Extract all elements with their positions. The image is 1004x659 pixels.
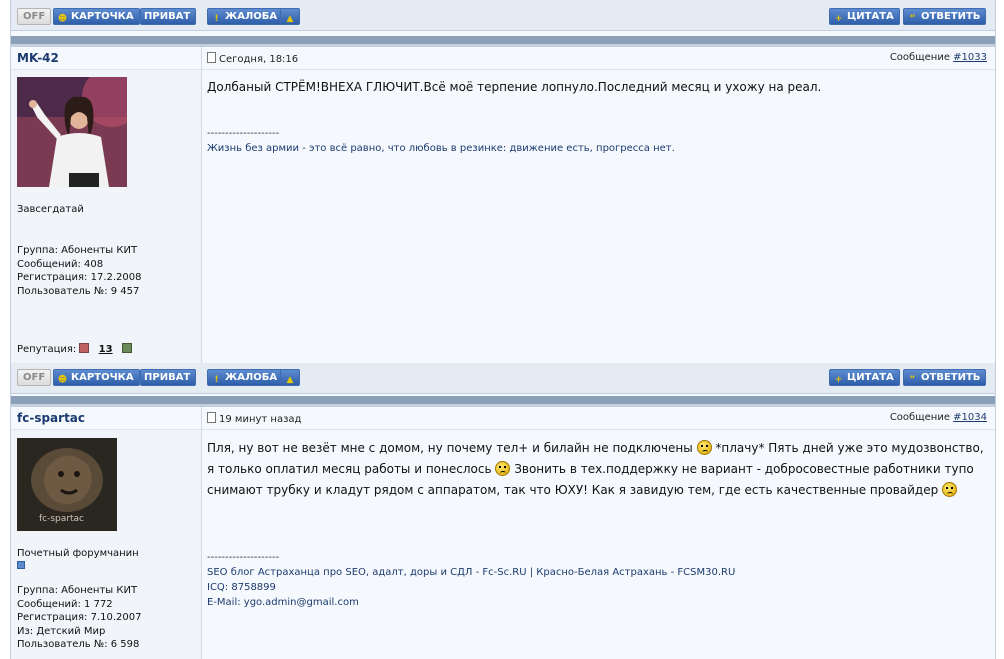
exclamation-icon: ! [214, 375, 219, 385]
post-date: Сегодня, 18:16 [207, 52, 298, 65]
quote-button[interactable]: + ЦИТАТА [829, 369, 900, 386]
signature-email[interactable]: E-Mail: ygo.admin@gmail.com [207, 595, 987, 610]
post-author[interactable]: fc-spartac [17, 411, 85, 425]
post-separator [11, 396, 995, 404]
forum-frame: OFF ☻ КАРТОЧКА ПРИВАТ ! ЖАЛОБА ▲ + ЦИТАТА ”… [10, 0, 996, 659]
signature-links[interactable]: SEO блог Астраханца про SEO, адалт, доры… [207, 565, 987, 580]
reputation-minus-icon[interactable] [79, 343, 90, 353]
post-text: Долбаный СТРЁМ!ВНЕХА ГЛЮЧИТ.Всё моё терп… [207, 80, 822, 94]
signature-icq: ICQ: 8758899 [207, 582, 276, 593]
online-status-button[interactable]: OFF [17, 8, 52, 25]
user-registered: Регистрация: 17.2.2008 [17, 272, 142, 283]
avatar [17, 77, 127, 187]
user-rank: Почетный форумчанин [17, 548, 139, 559]
sad-smiley-icon [696, 440, 712, 455]
scroll-top-button[interactable]: ▲ [280, 8, 300, 25]
post-permalink[interactable]: #1033 [953, 52, 987, 63]
sad-smiley-icon [942, 482, 958, 497]
quote-mark-icon: ” [909, 375, 916, 385]
reputation-value[interactable]: 13 [99, 344, 113, 355]
post-signature: -------------------- SEO блог Астраханца… [207, 550, 987, 610]
user-number: Пользователь №: 9 457 [17, 285, 140, 297]
card-button[interactable]: ☻ КАРТОЧКА [53, 8, 140, 25]
column-divider [201, 407, 202, 659]
quote-button[interactable]: + ЦИТАТА [829, 8, 900, 25]
document-icon [207, 412, 216, 423]
user-stats: Группа: Абоненты КИТ Сообщений: 408 Реги… [17, 244, 142, 298]
post-button-bar: OFF ☻ КАРТОЧКА ПРИВАТ ! ЖАЛОБА ▲ + ЦИТАТА ”… [11, 363, 995, 394]
private-message-button[interactable]: ПРИВАТ [140, 369, 197, 386]
card-button[interactable]: ☻ КАРТОЧКА [53, 369, 140, 386]
post-button-bar: OFF ☻ КАРТОЧКА ПРИВАТ ! ЖАЛОБА ▲ + ЦИТАТА ”… [11, 0, 995, 31]
user-panel: fc-spartac Почетный форумчанин Группа: А… [11, 430, 201, 659]
user-rank: Завсегдатай [17, 204, 84, 215]
sad-smiley-icon [495, 461, 511, 476]
user-stats: Группа: Абоненты КИТ Сообщений: 1 772 Ре… [17, 584, 142, 652]
plus-icon: + [834, 375, 843, 385]
column-divider [201, 47, 202, 363]
quote-mark-icon: ” [909, 14, 916, 24]
arrow-up-icon: ▲ [286, 14, 294, 24]
exclamation-icon: ! [214, 14, 219, 24]
post-number: Сообщение #1033 [889, 52, 987, 63]
post-permalink[interactable]: #1034 [953, 412, 987, 423]
reply-button[interactable]: ” ОТВЕТИТЬ [903, 8, 987, 25]
document-icon [207, 52, 216, 63]
user-icon: ☻ [57, 375, 68, 385]
user-messages: Сообщений: 408 [17, 258, 104, 270]
arrow-up-icon: ▲ [286, 375, 294, 385]
post-separator [11, 36, 995, 44]
post-header: MK-42 Сегодня, 18:16 Сообщение #1033 [11, 47, 995, 70]
post-number: Сообщение #1034 [889, 412, 987, 423]
user-registered: Регистрация: 7.10.2007 [17, 612, 142, 623]
scroll-top-button[interactable]: ▲ [280, 369, 300, 386]
user-number: Пользователь №: 6 598 [17, 639, 140, 650]
post-text: Пля, ну вот не везёт мне с домом, ну поч… [207, 440, 984, 497]
post-signature: -------------------- Жизнь без армии - э… [207, 128, 675, 154]
report-button[interactable]: ! ЖАЛОБА [207, 369, 284, 386]
user-messages: Сообщений: 1 772 [17, 598, 113, 610]
user-group: Группа: Абоненты КИТ [17, 245, 138, 256]
online-indicator-icon [17, 561, 25, 572]
reputation-plus-icon[interactable] [121, 343, 132, 353]
user-panel: Завсегдатай Группа: Абоненты КИТ Сообщен… [11, 70, 201, 363]
user-reputation: Репутация: 13 [17, 343, 132, 355]
post-header: fc-spartac 19 минут назад Сообщение #103… [11, 407, 995, 430]
plus-icon: + [834, 14, 843, 24]
private-message-button[interactable]: ПРИВАТ [140, 8, 197, 25]
avatar: fc-spartac [17, 438, 117, 531]
post-date: 19 минут назад [207, 412, 301, 425]
user-icon: ☻ [57, 14, 68, 24]
avatar-caption: fc-spartac [39, 514, 84, 524]
reply-button[interactable]: ” ОТВЕТИТЬ [903, 369, 987, 386]
post-author[interactable]: MK-42 [17, 51, 59, 65]
user-from: Из: Детский Мир [17, 625, 106, 637]
report-button[interactable]: ! ЖАЛОБА [207, 8, 284, 25]
user-group: Группа: Абоненты КИТ [17, 585, 138, 596]
online-status-button[interactable]: OFF [17, 369, 52, 386]
